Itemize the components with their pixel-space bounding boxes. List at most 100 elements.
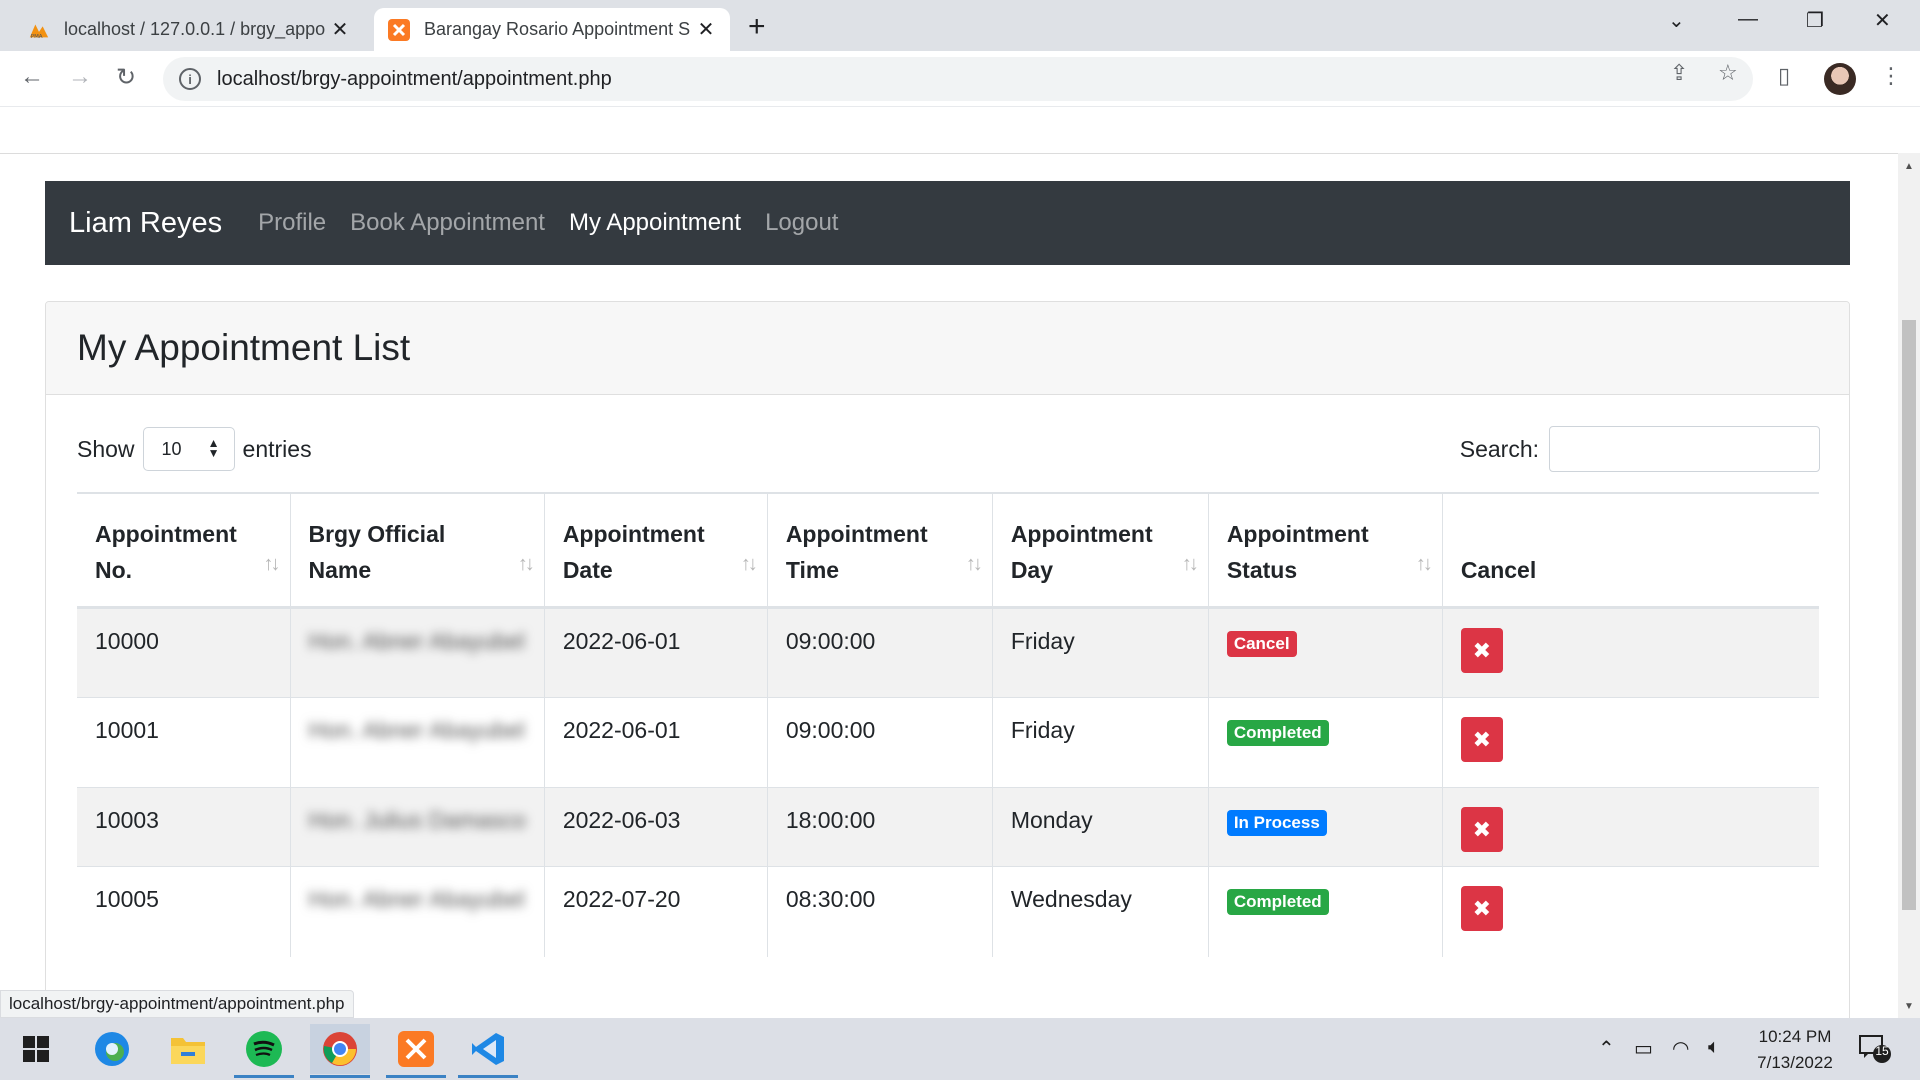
sort-icon: ↑↓ <box>517 553 535 575</box>
appointment-table: Appointment No. ↑↓ Brgy Official Name ↑↓ App… <box>77 492 1819 957</box>
appointment-date: 2022-06-03 <box>543 787 768 867</box>
cancel-button[interactable]: ✖ <box>1460 717 1503 762</box>
forward-icon[interactable]: → <box>68 63 92 91</box>
col-time[interactable]: Appointment Time ↑↓ <box>766 492 993 609</box>
bookmark-star-icon[interactable]: ☆ <box>1718 60 1738 86</box>
official-name: Hon. Julius Damasco <box>308 807 526 833</box>
close-tab-icon[interactable]: ✕ <box>330 17 350 42</box>
appointment-no: 10000 <box>77 607 290 698</box>
col-appointment-no[interactable]: Appointment No. ↑↓ <box>77 492 290 609</box>
phpmyadmin-icon: PMA <box>28 19 50 41</box>
search-input[interactable] <box>1549 426 1820 472</box>
back-icon[interactable]: ← <box>20 63 44 91</box>
volume-icon[interactable]: 🔈︎ <box>1708 1036 1720 1059</box>
col-cancel: Cancel <box>1441 492 1819 609</box>
chrome-icon[interactable] <box>310 1024 370 1078</box>
edge-icon[interactable] <box>82 1024 142 1074</box>
close-icon: ✖ <box>1472 816 1492 842</box>
active-indicator <box>234 1075 294 1078</box>
new-tab-icon[interactable]: + <box>748 10 766 44</box>
table-row: 10001 Hon. Abner Abayubel 2022-06-01 09:… <box>77 697 1819 788</box>
profile-avatar[interactable] <box>1824 63 1856 95</box>
col-official-name[interactable]: Brgy Official Name ↑↓ <box>289 492 545 609</box>
col-date[interactable]: Appointment Date ↑↓ <box>543 492 768 609</box>
appointment-day: Monday <box>991 787 1209 867</box>
close-icon: ✖ <box>1472 726 1492 752</box>
sort-icon: ↑↓ <box>263 553 281 575</box>
battery-icon[interactable]: ▭ <box>1634 1036 1653 1061</box>
navbar: Liam Reyes Profile Book Appointment My A… <box>45 181 1850 265</box>
reload-icon[interactable]: ↻ <box>116 63 136 92</box>
page-scrollbar[interactable]: ▲ ▼ <box>1898 153 1920 1018</box>
xampp-taskbar-icon[interactable] <box>386 1024 446 1078</box>
appointment-date: 2022-06-01 <box>543 607 768 698</box>
appointment-day: Friday <box>991 697 1209 788</box>
file-explorer-icon[interactable] <box>158 1024 218 1074</box>
table-header-row: Appointment No. ↑↓ Brgy Official Name ↑↓ App… <box>77 492 1819 609</box>
appointment-time: 08:30:00 <box>766 866 993 957</box>
entries-value: 10 <box>161 438 182 459</box>
divider <box>0 153 1898 154</box>
browser-tab-strip: PMA localhost / 127.0.0.1 / brgy_appo ✕ … <box>0 0 1920 51</box>
nav-profile[interactable]: Profile <box>258 209 326 237</box>
status-badge: Completed <box>1226 720 1329 746</box>
close-window-icon[interactable]: ✕ <box>1874 8 1891 33</box>
minimize-icon[interactable]: — <box>1738 8 1758 31</box>
appointment-day: Wednesday <box>991 866 1209 957</box>
browser-toolbar: ← → ↻ i localhost/brgy-appointment/appoi… <box>0 51 1920 107</box>
tab-title: localhost / 127.0.0.1 / brgy_appo <box>64 19 326 39</box>
nav-my-appointment[interactable]: My Appointment <box>569 209 741 237</box>
address-bar[interactable]: i localhost/brgy-appointment/appointment… <box>163 57 1753 101</box>
appointment-time: 09:00:00 <box>766 697 993 788</box>
show-entries: Show 10 ▲ ▼ entries <box>77 427 312 471</box>
tab-search-icon[interactable]: ⌄ <box>1668 8 1685 33</box>
entries-select[interactable]: 10 ▲ ▼ <box>142 427 235 471</box>
vscode-icon[interactable] <box>458 1024 518 1078</box>
search-label: Search: <box>1459 435 1539 462</box>
appointment-date: 2022-06-01 <box>543 697 768 788</box>
close-icon: ✖ <box>1472 637 1492 663</box>
sort-icon: ↑↓ <box>740 553 758 575</box>
active-indicator <box>458 1075 518 1078</box>
wifi-icon[interactable]: ◠ <box>1672 1036 1689 1061</box>
nav-book-appointment[interactable]: Book Appointment <box>350 209 545 237</box>
appointment-no: 10005 <box>77 866 290 957</box>
show-label: Show <box>77 435 135 462</box>
nav-logout[interactable]: Logout <box>765 209 838 237</box>
restore-icon[interactable]: ❐ <box>1806 8 1824 33</box>
scroll-up-icon[interactable]: ▲ <box>1904 161 1914 172</box>
cancel-button[interactable]: ✖ <box>1460 807 1503 852</box>
sort-icon: ↑↓ <box>965 553 983 575</box>
chevron-up-icon[interactable]: ⌃ <box>1598 1036 1615 1061</box>
tab-barangay[interactable]: Barangay Rosario Appointment S ✕ <box>374 8 730 51</box>
share-icon[interactable]: ⇪ <box>1670 60 1688 86</box>
menu-icon[interactable]: ⋮ <box>1880 63 1902 89</box>
appointment-no: 10003 <box>77 787 290 867</box>
scroll-thumb[interactable] <box>1902 320 1916 910</box>
navbar-brand[interactable]: Liam Reyes <box>69 207 222 240</box>
side-panel-icon[interactable]: ▯ <box>1778 63 1790 89</box>
cancel-button[interactable]: ✖ <box>1460 628 1503 673</box>
official-name: Hon. Abner Abayubel <box>308 628 525 654</box>
appointment-time: 09:00:00 <box>766 607 993 698</box>
status-badge: In Process <box>1226 810 1327 836</box>
cancel-button[interactable]: ✖ <box>1460 886 1503 931</box>
close-tab-icon[interactable]: ✕ <box>696 17 716 42</box>
tab-phpmyadmin[interactable]: PMA localhost / 127.0.0.1 / brgy_appo ✕ <box>14 8 364 51</box>
col-status[interactable]: Appointment Status ↑↓ <box>1207 492 1443 609</box>
col-day[interactable]: Appointment Day ↑↓ <box>991 492 1209 609</box>
table-row: 10000 Hon. Abner Abayubel 2022-06-01 09:… <box>77 607 1819 698</box>
site-info-icon[interactable]: i <box>179 68 201 90</box>
system-clock[interactable]: 10:24 PM 7/13/2022 <box>1740 1024 1850 1076</box>
appointment-no: 10001 <box>77 697 290 788</box>
windows-start-icon[interactable] <box>6 1024 66 1074</box>
url-text: localhost/brgy-appointment/appointment.p… <box>217 67 612 90</box>
official-name: Hon. Abner Abayubel <box>308 717 525 743</box>
spotify-icon[interactable] <box>234 1024 294 1078</box>
notification-icon[interactable]: 15 <box>1858 1034 1892 1063</box>
clock-date: 7/13/2022 <box>1757 1053 1833 1072</box>
scroll-down-icon[interactable]: ▼ <box>1904 1001 1914 1012</box>
svg-text:PMA: PMA <box>31 34 43 40</box>
sort-icon: ↑↓ <box>1181 553 1199 575</box>
entries-label: entries <box>242 435 312 462</box>
